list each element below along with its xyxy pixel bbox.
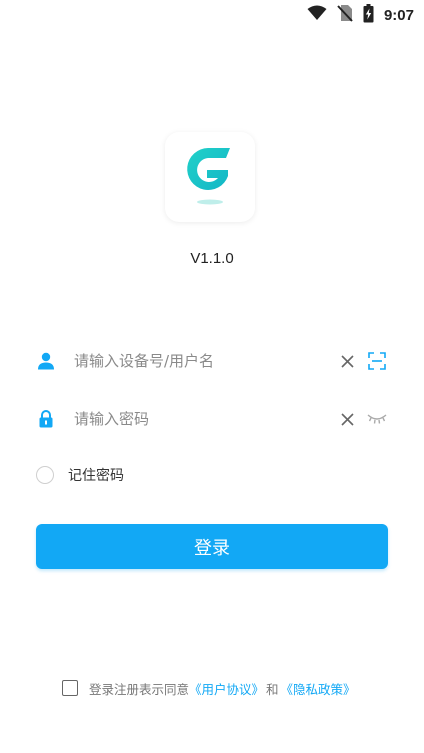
lock-icon xyxy=(36,409,56,429)
status-icons: 9:07 xyxy=(307,3,414,27)
eye-closed-icon xyxy=(367,414,387,424)
user-agreement-link[interactable]: 《用户协议》 xyxy=(189,679,264,698)
username-input[interactable] xyxy=(74,352,336,370)
wifi-icon xyxy=(307,5,327,25)
remember-password[interactable]: 记住密码 xyxy=(36,462,124,488)
password-input[interactable] xyxy=(74,410,336,428)
username-clear-button[interactable] xyxy=(336,350,358,372)
close-icon xyxy=(340,412,354,426)
password-clear-button[interactable] xyxy=(336,408,358,430)
close-icon xyxy=(340,354,354,368)
login-button[interactable]: 登录 xyxy=(36,524,388,569)
password-row xyxy=(36,399,388,439)
agreement-prefix: 登录注册表示同意 xyxy=(89,681,190,697)
agreement-conjunction: 和 xyxy=(266,681,279,697)
user-icon xyxy=(36,351,56,371)
no-sim-icon xyxy=(337,4,353,26)
app-version: V1.1.0 xyxy=(190,250,234,267)
app-logo-g-icon xyxy=(182,142,238,212)
app-logo xyxy=(165,132,255,222)
password-visibility-toggle[interactable] xyxy=(366,408,388,430)
status-time: 9:07 xyxy=(383,6,414,24)
privacy-policy-link[interactable]: 《隐私政策》 xyxy=(281,679,356,698)
remember-password-label: 记住密码 xyxy=(68,468,124,484)
agreement-row: 登录注册表示同意 《用户协议》 和 《隐私政策》 xyxy=(62,677,356,699)
login-screen: 9:07 V1.1.0 请输入设备号/用户名 记住密码 登录 登录注册表示同意 … xyxy=(0,0,424,753)
status-bar: 9:07 xyxy=(0,0,424,28)
battery-charging-icon xyxy=(363,3,374,27)
username-row xyxy=(36,341,388,381)
remember-password-radio[interactable] xyxy=(36,466,54,484)
scan-button[interactable] xyxy=(366,350,388,372)
scan-icon xyxy=(368,352,386,370)
agreement-checkbox[interactable] xyxy=(62,680,78,696)
